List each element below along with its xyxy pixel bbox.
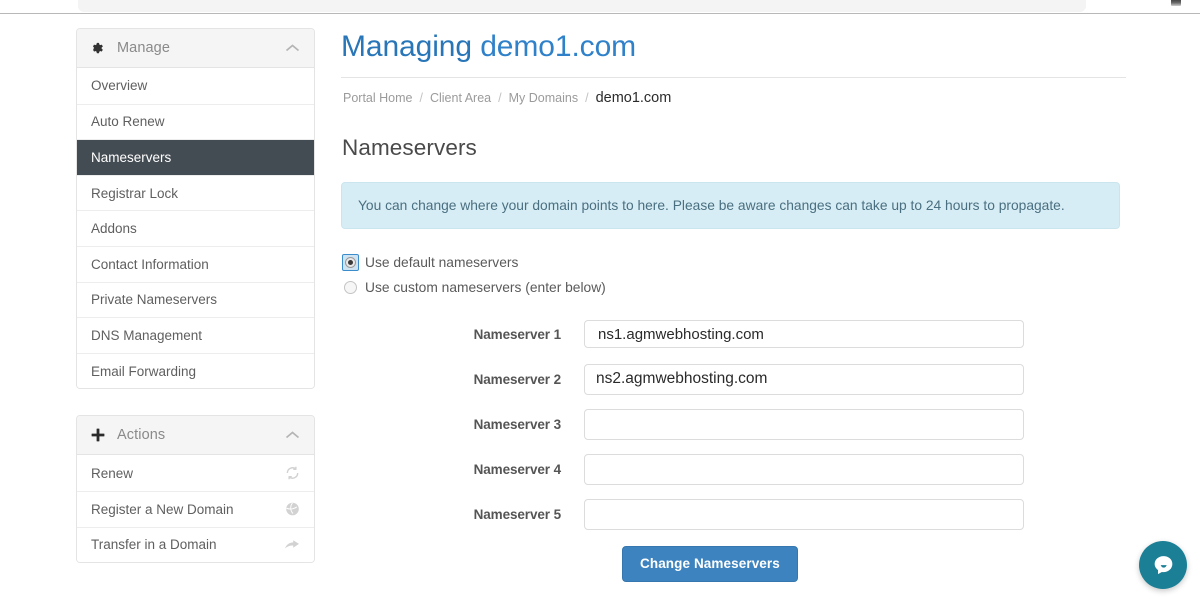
sidebar-item-register-new-domain[interactable]: Register a New Domain — [77, 490, 314, 527]
breadcrumb-separator: / — [419, 91, 423, 105]
sidebar-actions-list: Renew Register a New Domain Transfer in … — [77, 455, 314, 563]
sidebar-item-dns-management[interactable]: DNS Management — [77, 317, 314, 353]
change-nameservers-button[interactable]: Change Nameservers — [622, 546, 798, 582]
form-submit-row: Change Nameservers — [341, 546, 1126, 582]
breadcrumb-item-client-area[interactable]: Client Area — [430, 91, 491, 105]
radio-use-default-nameservers[interactable]: Use default nameservers — [342, 250, 1126, 275]
refresh-icon — [285, 466, 300, 481]
form-row-nameserver-2: Nameserver 2 — [341, 363, 1126, 395]
sidebar-item-label: Renew — [91, 465, 134, 481]
sidebar-item-label: Transfer in a Domain — [91, 537, 217, 553]
breadcrumb-item-my-domains[interactable]: My Domains — [509, 91, 578, 105]
sidebar-item-label: Private Nameservers — [91, 292, 218, 308]
section-title: Nameservers — [342, 135, 477, 160]
nameserver-3-label: Nameserver 3 — [473, 416, 561, 432]
arrow-right-curve-icon — [284, 538, 300, 552]
sidebar-item-label: Email Forwarding — [91, 363, 197, 379]
sidebar-item-transfer-in-a-domain[interactable]: Transfer in a Domain — [77, 526, 314, 563]
breadcrumb-item-current: demo1.com — [595, 90, 672, 106]
form-row-nameserver-3: Nameserver 3 — [341, 408, 1126, 440]
breadcrumb-separator: / — [585, 91, 589, 105]
sidebar-panel-manage-title: Manage — [117, 40, 170, 56]
nameserver-4-input[interactable] — [584, 453, 1024, 485]
sidebar-item-nameservers[interactable]: Nameservers — [77, 139, 314, 175]
radio-label[interactable]: Use custom nameservers (enter below) — [365, 280, 606, 295]
sidebar-panel-manage: Manage Overview Auto Renew Nameservers R… — [76, 28, 315, 390]
radio-mark-unselected — [344, 281, 357, 294]
sidebar-manage-list: Overview Auto Renew Nameservers Registra… — [77, 68, 314, 389]
page-title-prefix: Managing — [341, 30, 472, 63]
breadcrumb: Portal Home / Client Area / My Domains /… — [341, 78, 1126, 106]
globe-icon — [285, 502, 300, 517]
info-alert: You can change where your domain points … — [341, 182, 1120, 229]
sidebar-item-label: Contact Information — [91, 256, 209, 272]
sidebar-item-label: Overview — [91, 78, 148, 94]
page-container: Manage Overview Auto Renew Nameservers R… — [0, 14, 1200, 600]
nameserver-mode-radio-group: Use default nameservers Use custom names… — [341, 250, 1126, 300]
sidebar-panel-manage-header[interactable]: Manage — [77, 29, 314, 68]
navbar-panel-remnant — [78, 0, 1086, 12]
nameserver-4-label: Nameserver 4 — [473, 461, 561, 477]
chat-bubble-icon — [1151, 553, 1176, 578]
page-title: Managing demo1.com — [341, 26, 1126, 78]
nameserver-1-label: Nameserver 1 — [473, 326, 561, 342]
sidebar-panel-actions-title: Actions — [117, 427, 166, 444]
breadcrumb-item-portal-home[interactable]: Portal Home — [343, 91, 412, 105]
main-content: Managing demo1.com Portal Home / Client … — [341, 26, 1126, 582]
nameserver-2-label: Nameserver 2 — [473, 371, 561, 387]
radio-focus-ring — [342, 254, 359, 271]
plus-icon — [90, 427, 106, 443]
nameserver-3-input[interactable] — [584, 408, 1024, 440]
nameserver-1-input[interactable] — [584, 320, 1024, 348]
sidebar-item-label: Register a New Domain — [91, 501, 234, 517]
top-navbar-strip — [0, 0, 1200, 14]
sidebar-item-label: Nameservers — [91, 149, 172, 165]
sidebar-item-email-forwarding[interactable]: Email Forwarding — [77, 352, 314, 389]
sidebar-panel-actions: Actions Renew Register a New Domain Tran… — [76, 415, 315, 564]
chevron-up-icon[interactable] — [285, 431, 300, 440]
radio-mark-selected — [345, 257, 356, 268]
sidebar-item-renew[interactable]: Renew — [77, 455, 314, 491]
sidebar-item-addons[interactable]: Addons — [77, 210, 314, 246]
breadcrumb-separator: / — [498, 91, 502, 105]
form-spacer — [341, 546, 584, 582]
nameserver-5-label: Nameserver 5 — [473, 506, 561, 522]
sidebar-item-overview[interactable]: Overview — [77, 68, 314, 104]
sidebar-item-label: Addons — [91, 221, 137, 237]
page-title-domain: demo1.com — [480, 30, 637, 63]
chat-widget-button[interactable] — [1139, 541, 1187, 589]
sidebar-item-label: Auto Renew — [91, 114, 165, 130]
nameservers-form: Nameserver 1 Nameserver 2 Nameserver 3 N… — [341, 318, 1126, 582]
form-row-nameserver-5: Nameserver 5 — [341, 498, 1126, 530]
form-row-nameserver-1: Nameserver 1 — [341, 318, 1126, 350]
radio-label[interactable]: Use default nameservers — [365, 255, 518, 270]
sidebar-item-registrar-lock[interactable]: Registrar Lock — [77, 174, 314, 211]
sidebar-item-contact-information[interactable]: Contact Information — [77, 245, 314, 282]
sidebar-panel-actions-header[interactable]: Actions — [77, 416, 314, 456]
sidebar: Manage Overview Auto Renew Nameservers R… — [76, 28, 315, 589]
nameserver-5-input[interactable] — [584, 498, 1024, 530]
nameserver-2-input[interactable] — [584, 363, 1024, 395]
cut-off-icon[interactable] — [1171, 0, 1181, 6]
sidebar-item-private-nameservers[interactable]: Private Nameservers — [77, 281, 314, 318]
radio-use-custom-nameservers[interactable]: Use custom nameservers (enter below) — [344, 275, 1126, 300]
chevron-up-icon[interactable] — [285, 44, 300, 53]
sidebar-item-auto-renew[interactable]: Auto Renew — [77, 103, 314, 140]
gear-icon — [90, 40, 106, 56]
sidebar-item-label: Registrar Lock — [91, 185, 179, 201]
form-row-nameserver-4: Nameserver 4 — [341, 453, 1126, 485]
sidebar-item-label: DNS Management — [91, 327, 203, 343]
